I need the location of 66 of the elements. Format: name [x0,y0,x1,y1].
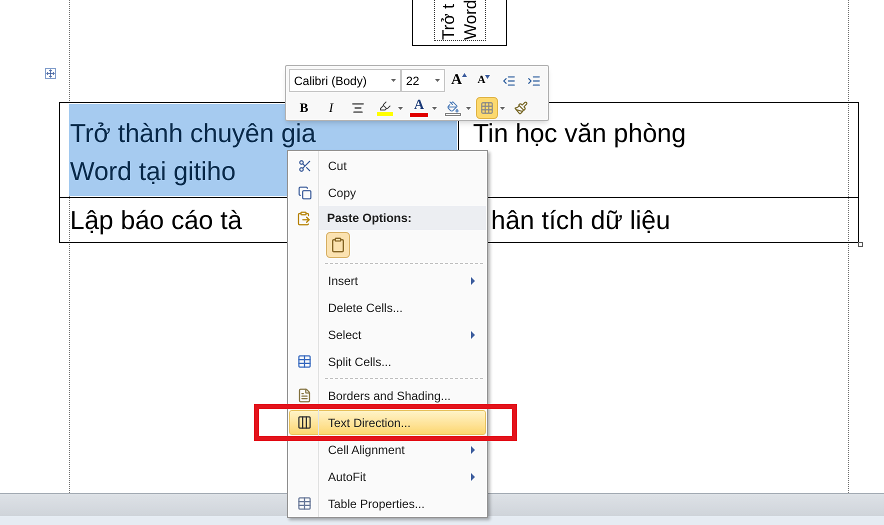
cell-text: Lập báo cáo tà [70,205,242,235]
table-move-handle-icon[interactable] [45,68,56,79]
font-name-value: Calibri (Body) [294,72,368,90]
menu-item[interactable]: Table Properties... [289,491,486,516]
cell-text: Trở thành chuyên gia [70,118,316,148]
menu-item[interactable]: Delete Cells... [289,295,486,320]
menu-item-label: AutoFit [328,468,366,486]
table-resize-handle-icon[interactable] [858,242,863,247]
dropdown-caret-icon[interactable] [500,106,505,110]
center-align-icon [351,101,365,115]
bold-button[interactable]: B [293,97,315,119]
up-triangle-icon [462,73,467,77]
scissors-icon [298,158,312,172]
menu-item-label: Delete Cells... [328,300,403,316]
menu-item-label: Text Direction... [328,414,411,432]
paint-bucket-icon [445,100,461,116]
increase-indent-icon [527,74,541,88]
borders-icon [480,101,494,115]
grow-font-button[interactable]: A [448,70,470,92]
menu-item[interactable]: Cell Alignment [289,437,486,462]
menu-item-label: Copy [328,184,356,202]
menu-item-label: Insert [328,272,358,290]
vertical-text: Word [460,0,480,40]
cell-text: Tin học văn phòng [473,118,686,148]
copy-icon [298,186,312,200]
font-size-field[interactable]: 22 [401,69,445,92]
down-triangle-icon [485,75,490,79]
document-icon [297,388,312,403]
dropdown-caret-icon[interactable] [398,106,403,110]
font-size-value: 22 [406,72,420,90]
menu-item[interactable]: Cut [289,153,486,178]
font-color-button[interactable]: A [408,97,430,119]
paste-options-header: Paste Options: [319,206,486,230]
menu-item[interactable]: Insert [289,268,486,293]
menu-item-label: Borders and Shading... [328,388,451,404]
paste-option-button[interactable] [326,232,350,258]
menu-item[interactable]: Copy [289,180,486,205]
dropdown-caret-icon[interactable] [466,106,471,110]
clipboard-icon [330,237,346,253]
cell-text: Word tại gitiho [70,156,236,186]
menu-item[interactable]: AutoFit [289,464,486,489]
menu-item[interactable]: Borders and Shading... [289,383,486,408]
format-painter-icon [514,101,528,115]
dropdown-caret-icon[interactable] [432,106,437,110]
vertical-text: Trở t [438,2,458,40]
font-name-field[interactable]: Calibri (Body) [289,69,401,92]
clipboard-icon [296,210,311,226]
cell-text: hân tích dữ liệu [491,205,670,235]
menu-item-label: Select [328,326,362,344]
dropdown-caret-icon[interactable] [391,79,396,82]
menu-item[interactable]: Select [289,322,486,347]
borders-button[interactable] [476,97,498,119]
menu-item-label: Table Properties... [328,496,425,512]
shrink-font-button[interactable]: A [473,70,495,92]
menu-item[interactable]: Split Cells... [289,349,486,374]
decrease-indent-icon [502,74,516,88]
color-bar-icon [410,113,428,117]
table-grid-icon [297,354,312,369]
menu-item-label: Split Cells... [328,354,392,370]
dropdown-caret-icon[interactable] [435,79,440,82]
menu-item[interactable]: Text Direction... [289,410,486,435]
table-icon [297,496,312,511]
menu-item-label: Cut [328,158,347,174]
menu-item-label: Cell Alignment [328,442,405,458]
highlighter-icon [377,100,393,116]
italic-button[interactable]: I [320,97,342,119]
